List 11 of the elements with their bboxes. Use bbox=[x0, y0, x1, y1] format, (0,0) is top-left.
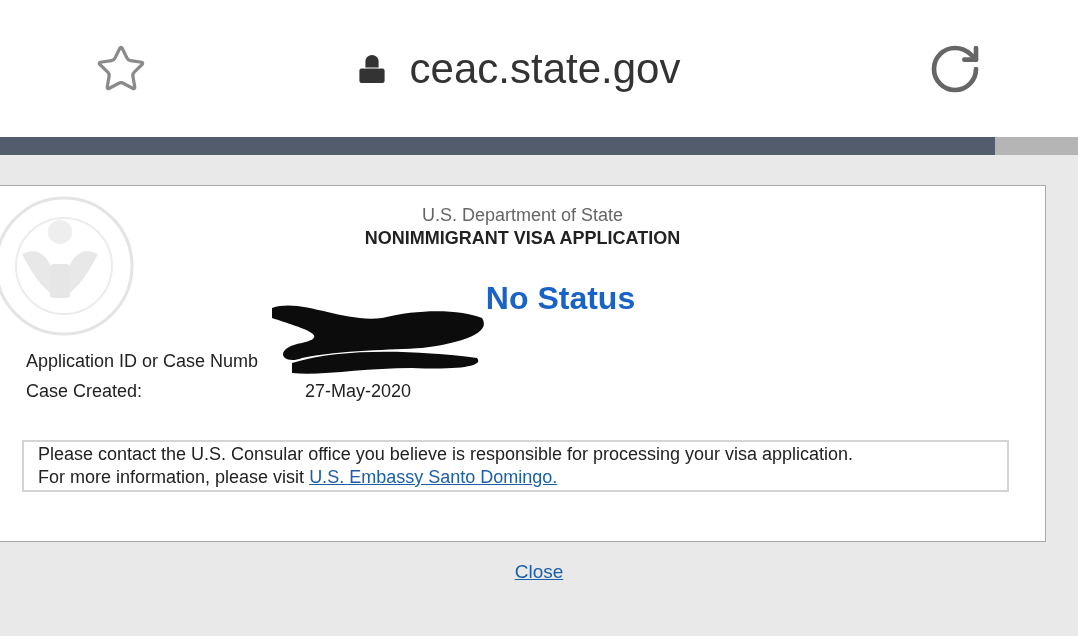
field-label: Application ID or Case Numb bbox=[26, 350, 260, 373]
field-value: 27-May-2020 bbox=[305, 380, 412, 403]
close-link[interactable]: Close bbox=[514, 558, 564, 587]
field-label: Case Created: bbox=[26, 380, 144, 403]
status-heading: No Status bbox=[485, 279, 636, 318]
form-title: NONIMMIGRANT VISA APPLICATION bbox=[364, 227, 681, 250]
more-info-text: For more information, please visit U.S. Embassy Santo Domingo. bbox=[38, 466, 559, 489]
url-text[interactable]: ceac.state.gov bbox=[409, 37, 681, 100]
embassy-link[interactable]: U.S. Embassy Santo Domingo. bbox=[309, 467, 558, 487]
notice-text: Please contact the U.S. Consular office you believe is responsible for processing your visa application. bbox=[38, 443, 855, 466]
agency-name: U.S. Department of State bbox=[421, 204, 624, 227]
